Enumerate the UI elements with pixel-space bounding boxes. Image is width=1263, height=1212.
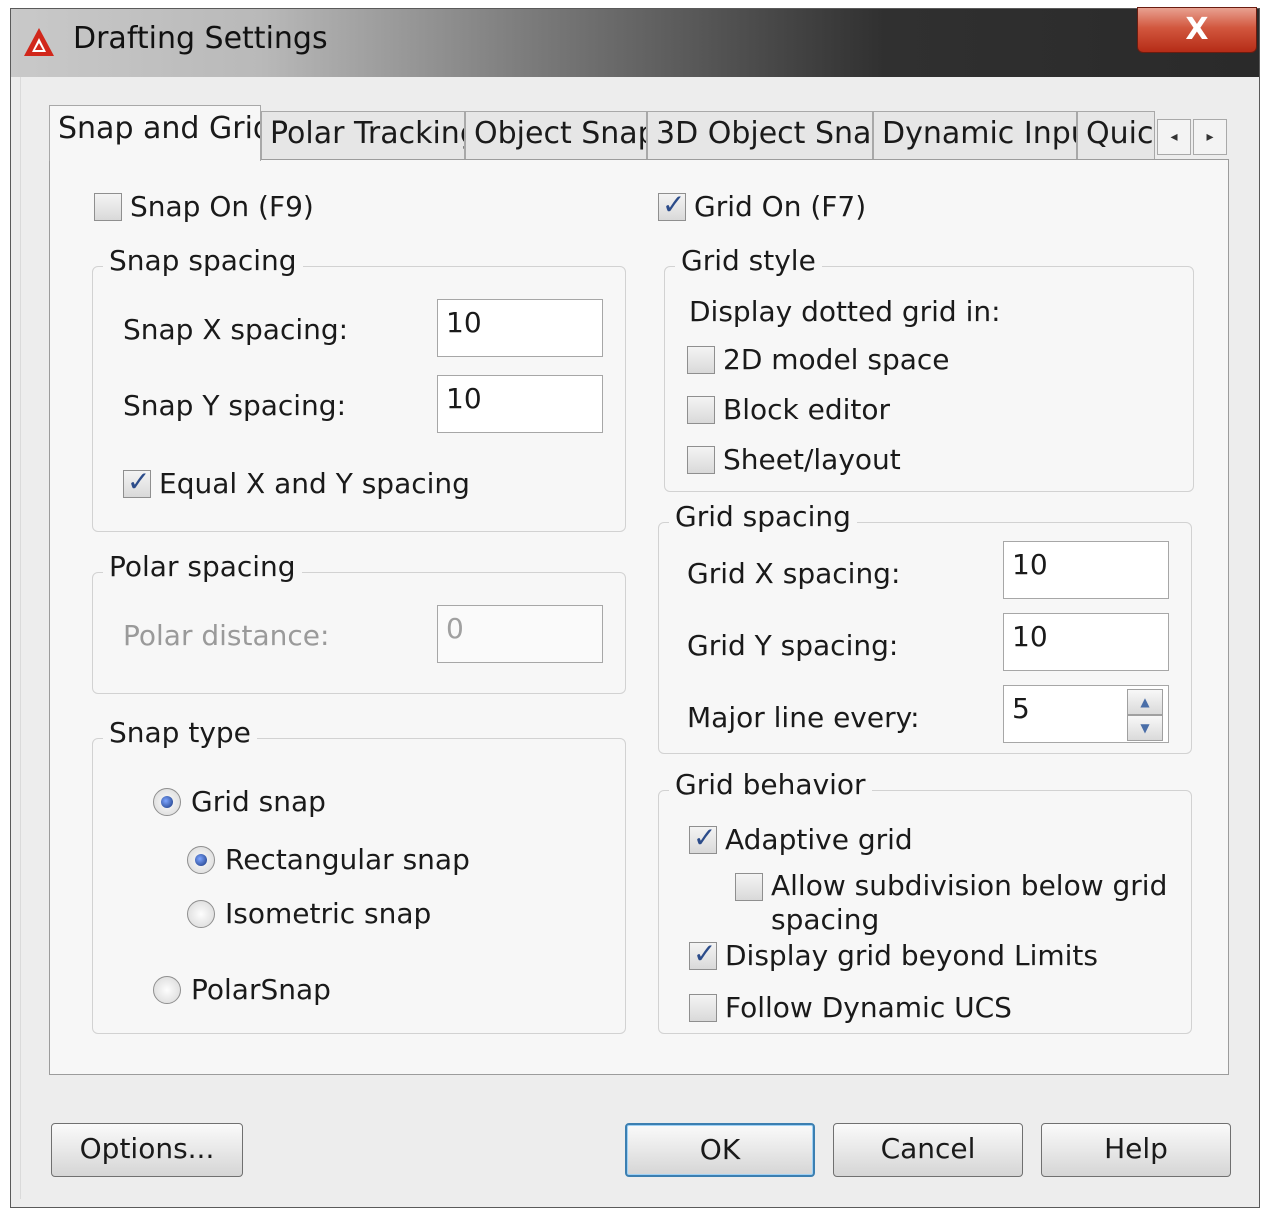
isometric-snap-label: Isometric snap [225,897,432,930]
checkbox-box[interactable] [689,993,717,1022]
checkbox-box[interactable] [658,188,686,221]
snap-on-checkbox[interactable]: Snap On (F9) [94,190,314,223]
spin-up-icon[interactable]: ▲ [1127,689,1163,715]
tab-snap-and-grid[interactable]: Snap and Grid [49,105,261,161]
isometric-snap-radio[interactable]: Isometric snap [187,897,431,930]
polar-spacing-group: Polar spacing Polar distance: 0 [92,551,626,694]
equal-xy-spacing-checkbox[interactable]: Equal X and Y spacing [123,465,470,500]
options-button[interactable]: Options... [51,1123,243,1177]
adaptive-grid-label: Adaptive grid [725,823,913,856]
snap-spacing-title: Snap spacing [103,245,303,277]
model-space-checkbox[interactable]: 2D model space [687,343,950,376]
checkbox-box[interactable] [687,345,715,374]
display-beyond-limits-checkbox[interactable]: Display grid beyond Limits [689,937,1098,972]
tab-dynamic-input[interactable]: Dynamic Input [873,111,1077,159]
cancel-button[interactable]: Cancel [833,1123,1023,1177]
tab-scroll-right-icon[interactable]: ▸ [1193,119,1227,155]
checkbox-box[interactable] [687,395,715,424]
rectangular-snap-radio[interactable]: Rectangular snap [187,843,470,876]
drafting-settings-dialog: Drafting Settings X Snap and Grid Polar … [10,7,1260,1208]
polar-spacing-title: Polar spacing [103,551,302,583]
model-space-label: 2D model space [723,343,950,376]
grid-style-group: Grid style Display dotted grid in: 2D mo… [664,245,1194,492]
grid-behavior-title: Grid behavior [669,769,872,801]
snap-y-label: Snap Y spacing: [123,389,347,422]
window-title: Drafting Settings [73,21,328,56]
close-button[interactable]: X [1137,7,1257,53]
tab-scroll-left-icon[interactable]: ◂ [1157,119,1191,155]
help-button[interactable]: Help [1041,1123,1231,1177]
grid-spacing-title: Grid spacing [669,501,857,533]
checkbox-box[interactable] [123,465,151,498]
checkbox-box[interactable] [687,445,715,474]
snap-spacing-group: Snap spacing Snap X spacing: 10 Snap Y s… [92,245,626,532]
autocad-logo-icon [24,28,54,56]
grid-on-label: Grid On (F7) [694,190,867,223]
checkbox-box[interactable] [94,192,122,221]
grid-style-subtitle: Display dotted grid in: [689,295,1001,328]
rectangular-snap-label: Rectangular snap [225,843,470,876]
polarsnap-radio[interactable]: PolarSnap [153,973,331,1006]
grid-y-label: Grid Y spacing: [687,629,899,662]
display-beyond-limits-label: Display grid beyond Limits [725,939,1098,972]
equal-xy-label: Equal X and Y spacing [159,467,470,500]
polar-distance-label: Polar distance: [123,619,330,652]
sheet-layout-checkbox[interactable]: Sheet/layout [687,443,901,476]
tab-quick-properties[interactable]: Quic [1077,111,1155,159]
sheet-layout-label: Sheet/layout [723,443,901,476]
snap-and-grid-panel: Snap On (F9) Snap spacing Snap X spacing… [49,159,1229,1075]
block-editor-checkbox[interactable]: Block editor [687,393,890,426]
follow-dynamic-ucs-label: Follow Dynamic UCS [725,991,1012,1024]
grid-snap-radio[interactable]: Grid snap [153,785,326,818]
dialog-body: Snap and Grid Polar Tracking Object Snap… [20,77,1250,1199]
checkbox-box[interactable] [735,873,763,901]
grid-snap-label: Grid snap [191,785,326,818]
allow-subdivision-line2: spacing [771,903,880,936]
major-line-label: Major line every: [687,701,920,734]
snap-on-label: Snap On (F9) [130,190,314,223]
checkbox-box[interactable] [689,937,717,970]
allow-subdivision-label: Allow subdivision below grid spacing [771,869,1167,937]
grid-behavior-group: Grid behavior Adaptive grid Allow subdiv… [658,769,1192,1034]
grid-y-spacing-input[interactable]: 10 [1003,613,1169,671]
radio-button[interactable] [187,899,215,928]
snap-type-group: Snap type Grid snap Rectangular snap Iso… [92,717,626,1034]
radio-button[interactable] [153,787,181,816]
snap-x-spacing-input[interactable]: 10 [437,299,603,357]
title-bar[interactable]: Drafting Settings X [11,7,1259,77]
follow-dynamic-ucs-checkbox[interactable]: Follow Dynamic UCS [689,991,1012,1024]
allow-subdivision-checkbox[interactable]: Allow subdivision below grid spacing [735,869,1167,937]
grid-x-label: Grid X spacing: [687,557,901,590]
snap-x-label: Snap X spacing: [123,313,349,346]
tab-3d-object-snap[interactable]: 3D Object Snap [647,111,873,159]
radio-button[interactable] [153,975,181,1004]
block-editor-label: Block editor [723,393,891,426]
polar-distance-input: 0 [437,605,603,663]
checkbox-box[interactable] [689,821,717,854]
allow-subdivision-line1: Allow subdivision below grid [771,869,1168,902]
tab-object-snap[interactable]: Object Snap [465,111,647,159]
grid-style-title: Grid style [675,245,822,277]
radio-button[interactable] [187,845,215,874]
tab-polar-tracking[interactable]: Polar Tracking [261,111,465,159]
snap-y-spacing-input[interactable]: 10 [437,375,603,433]
polarsnap-label: PolarSnap [191,973,331,1006]
spin-down-icon[interactable]: ▼ [1127,715,1163,741]
ok-button[interactable]: OK [625,1123,815,1177]
grid-spacing-group: Grid spacing Grid X spacing: 10 Grid Y s… [658,501,1192,754]
snap-type-title: Snap type [103,717,257,749]
adaptive-grid-checkbox[interactable]: Adaptive grid [689,821,913,856]
grid-on-checkbox[interactable]: Grid On (F7) [658,188,867,223]
grid-x-spacing-input[interactable]: 10 [1003,541,1169,599]
